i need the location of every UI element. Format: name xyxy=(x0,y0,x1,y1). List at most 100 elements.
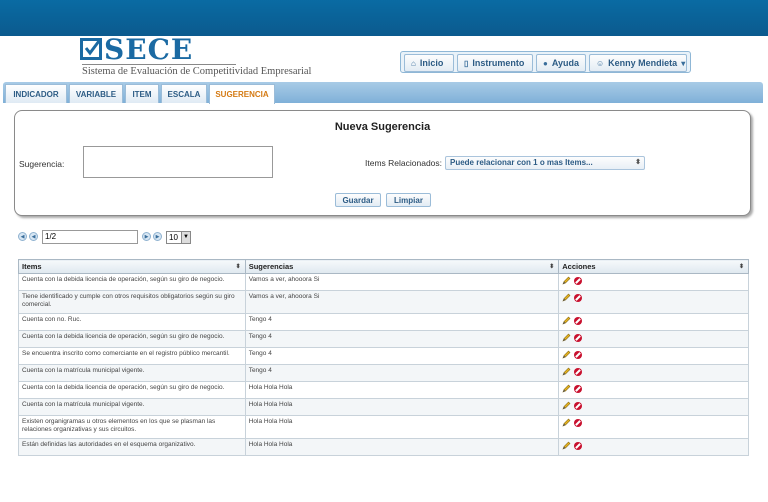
sort-icon: ⬍ xyxy=(549,264,555,270)
sugerencia-cell: Hola Hola Hola xyxy=(244,415,560,439)
delete-icon[interactable] xyxy=(574,316,583,325)
actions-cell xyxy=(558,438,749,456)
edit-pencil-icon[interactable] xyxy=(562,384,571,393)
delete-icon[interactable] xyxy=(574,401,583,410)
save-button[interactable]: Guardar xyxy=(335,193,381,207)
chevron-down-icon: ▼ xyxy=(181,232,190,243)
sugerencia-textarea[interactable] xyxy=(83,146,273,178)
header: SECE Sistema de Evaluación de Competitiv… xyxy=(0,36,768,82)
delete-icon[interactable] xyxy=(574,384,583,393)
delete-icon[interactable] xyxy=(574,441,583,450)
edit-pencil-icon[interactable] xyxy=(562,316,571,325)
form-title: Nueva Sugerencia xyxy=(334,121,431,133)
item-cell: Están definidas las autoridades en el es… xyxy=(18,438,246,456)
actions-cell xyxy=(558,290,749,314)
actions-cell xyxy=(558,347,749,365)
page-size-value: 10 xyxy=(169,233,178,242)
sugerencia-label: Sugerencia: xyxy=(19,159,65,169)
item-cell: Cuenta con la debida licencia de operaci… xyxy=(18,381,246,399)
home-icon: ⌂ xyxy=(411,58,416,68)
sugerencia-cell: Hola Hola Hola xyxy=(244,398,560,416)
brand-subtitle: Sistema de Evaluación de Competitividad … xyxy=(82,64,312,77)
user-menu-button[interactable]: ☺ Kenny Mendieta ▾ xyxy=(589,54,687,72)
delete-icon[interactable] xyxy=(574,418,583,427)
column-label-sugerencias: Sugerencias xyxy=(248,262,294,271)
sort-icon: ⬍ xyxy=(235,264,241,270)
brand-logo: SECE xyxy=(104,33,194,66)
next-page-icon[interactable]: ▶ xyxy=(142,232,151,241)
edit-pencil-icon[interactable] xyxy=(562,418,571,427)
delete-icon[interactable] xyxy=(574,293,583,302)
sugerencia-cell: Vamos a ver, ahooora Si xyxy=(244,273,560,291)
items-relacionados-label: Items Relacionados: xyxy=(365,158,443,168)
sugerencia-cell: Hola Hola Hola xyxy=(244,438,560,456)
sugerencia-cell: Tengo 4 xyxy=(244,347,560,365)
prev-page-icon[interactable]: ◀ xyxy=(29,232,38,241)
column-header-sugerencias[interactable]: Sugerencias ⬍ xyxy=(244,259,560,274)
user-name-label: Kenny Mendieta xyxy=(608,58,678,68)
document-icon: ▯ xyxy=(464,58,469,68)
edit-pencil-icon[interactable] xyxy=(562,401,571,410)
nav-ayuda-label: Ayuda xyxy=(551,58,580,68)
items-select-placeholder: Puede relacionar con 1 o mas Items... xyxy=(450,158,593,167)
top-nav: ⌂ Inicio ▯ Instrumento ● Ayuda ☺ Kenny M… xyxy=(400,51,691,73)
edit-pencil-icon[interactable] xyxy=(562,367,571,376)
edit-pencil-icon[interactable] xyxy=(562,333,571,342)
column-header-items[interactable]: Items ⬍ xyxy=(18,259,246,274)
sugerencia-cell: Tengo 4 xyxy=(244,330,560,348)
item-cell: Cuenta con la matrícula municipal vigent… xyxy=(18,364,246,382)
new-suggestion-form: Nueva Sugerencia Sugerencia: Items Relac… xyxy=(14,110,751,216)
delete-icon[interactable] xyxy=(574,333,583,342)
items-relacionados-select[interactable]: Puede relacionar con 1 o mas Items... ⬍ xyxy=(445,156,645,170)
delete-icon[interactable] xyxy=(574,367,583,376)
table-row: Cuenta con la matrícula municipal vigent… xyxy=(18,364,749,382)
sugerencia-cell: Tengo 4 xyxy=(244,364,560,382)
suggestions-table: Items ⬍ Sugerencias ⬍ Acciones ⬍ Cuenta con… xyxy=(18,259,749,456)
nav-ayuda-button[interactable]: ● Ayuda xyxy=(536,54,586,72)
tab-sugerencia[interactable]: SUGERENCIA xyxy=(209,84,275,104)
table-row: Existen organigramas u otros elementos e… xyxy=(18,415,749,439)
clear-button[interactable]: Limpiar xyxy=(386,193,431,207)
edit-pencil-icon[interactable] xyxy=(562,293,571,302)
nav-inicio-button[interactable]: ⌂ Inicio xyxy=(404,54,454,72)
tab-variable[interactable]: VARIABLE xyxy=(69,84,123,103)
item-cell: Cuenta con la matrícula municipal vigent… xyxy=(18,398,246,416)
page-size-select[interactable]: 10 ▼ xyxy=(166,231,191,244)
nav-inicio-label: Inicio xyxy=(419,58,444,68)
item-cell: Tiene identificado y cumple con otros re… xyxy=(18,290,246,314)
page-input[interactable]: 1/2 xyxy=(42,230,138,244)
column-header-acciones[interactable]: Acciones ⬍ xyxy=(558,259,749,274)
item-cell: Existen organigramas u otros elementos e… xyxy=(18,415,246,439)
first-page-icon[interactable]: ◀ xyxy=(18,232,27,241)
nav-instrumento-button[interactable]: ▯ Instrumento xyxy=(457,54,533,72)
sugerencia-cell: Vamos a ver, ahooora Si xyxy=(244,290,560,314)
actions-cell xyxy=(558,415,749,439)
actions-cell xyxy=(558,273,749,291)
actions-cell xyxy=(558,364,749,382)
actions-cell xyxy=(558,330,749,348)
delete-icon[interactable] xyxy=(574,276,583,285)
column-label-items: Items xyxy=(22,262,42,271)
tab-escala[interactable]: ESCALA xyxy=(161,84,207,103)
sort-icon: ⬍ xyxy=(738,264,744,270)
table-row: Tiene identificado y cumple con otros re… xyxy=(18,290,749,314)
top-banner xyxy=(0,0,768,36)
last-page-icon[interactable]: ▶ xyxy=(153,232,162,241)
table-row: Cuenta con la debida licencia de operaci… xyxy=(18,273,749,291)
delete-icon[interactable] xyxy=(574,350,583,359)
nav-instrumento-label: Instrumento xyxy=(472,58,525,68)
tab-item[interactable]: ITEM xyxy=(125,84,159,103)
edit-pencil-icon[interactable] xyxy=(562,276,571,285)
item-cell: Cuenta con la debida licencia de operaci… xyxy=(18,330,246,348)
logo-check-icon xyxy=(80,38,102,60)
item-cell: Cuenta con la debida licencia de operaci… xyxy=(18,273,246,291)
item-cell: Se encuentra inscrito como comerciante e… xyxy=(18,347,246,365)
tab-bar: INDICADOR VARIABLE ITEM ESCALA SUGERENCI… xyxy=(3,82,763,104)
table-row: Cuenta con la debida licencia de operaci… xyxy=(18,330,749,348)
table-row: Se encuentra inscrito como comerciante e… xyxy=(18,347,749,365)
tab-indicador[interactable]: INDICADOR xyxy=(5,84,67,103)
edit-pencil-icon[interactable] xyxy=(562,350,571,359)
actions-cell xyxy=(558,313,749,331)
sugerencia-cell: Tengo 4 xyxy=(244,313,560,331)
edit-pencil-icon[interactable] xyxy=(562,441,571,450)
